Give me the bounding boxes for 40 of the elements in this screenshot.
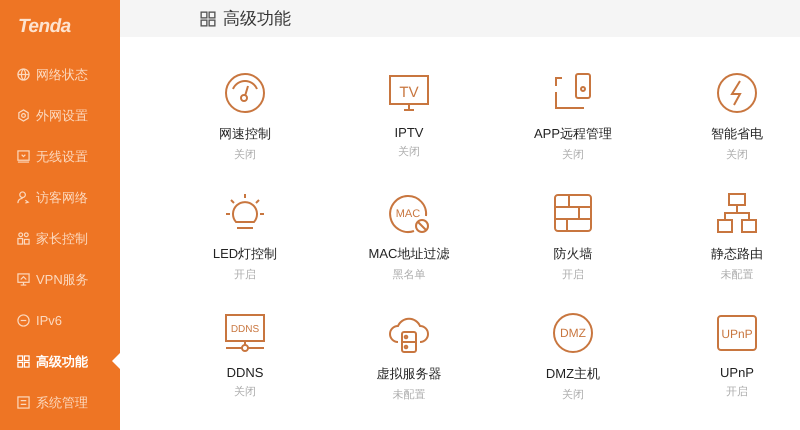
person-icon — [17, 191, 30, 204]
feature-link[interactable]: 网速控制 — [219, 125, 271, 143]
gear-icon — [17, 109, 30, 122]
feature-link[interactable]: UPnP — [720, 365, 754, 380]
grid-icon — [17, 355, 30, 368]
feature-status: 关闭 — [398, 144, 420, 159]
feature-link[interactable]: DMZ主机 — [546, 365, 600, 383]
feature-status: 关闭 — [726, 148, 748, 162]
screen-icon — [17, 150, 30, 163]
panel-icon — [17, 396, 30, 409]
feature-status: 关闭 — [234, 384, 256, 399]
feature-link[interactable]: 虚拟服务器 — [376, 365, 442, 383]
feature-link[interactable]: 智能省电 — [711, 125, 763, 143]
feature-link[interactable]: APP远程管理 — [534, 125, 612, 143]
feature-status: 未配置 — [720, 268, 754, 282]
gauge-icon — [222, 70, 268, 116]
monitor-icon — [17, 273, 30, 286]
page-title: 高级功能 — [223, 8, 291, 30]
people-icon — [17, 232, 30, 245]
feature-status: 开启 — [726, 384, 748, 399]
bolt-icon — [714, 70, 760, 116]
circle-icon — [17, 314, 30, 327]
logo: Tenda — [17, 15, 72, 39]
feature-status: 关闭 — [234, 148, 256, 162]
feature-link[interactable]: 防火墙 — [554, 245, 592, 263]
feature-link[interactable]: 静态路由 — [711, 245, 763, 263]
feature-link[interactable]: DDNS — [226, 365, 264, 380]
dmz-icon: DMZ — [550, 310, 596, 356]
feature-status: 关闭 — [562, 388, 584, 402]
globe-icon — [17, 68, 30, 81]
feature-status: 开启 — [562, 268, 584, 282]
grid-icon — [200, 10, 216, 26]
feature-status: 关闭 — [562, 148, 584, 162]
feature-link[interactable]: IPTV — [394, 125, 424, 140]
feature-status: 黑名单 — [392, 268, 426, 282]
feature-status: 开启 — [234, 268, 256, 282]
feature-link[interactable]: MAC地址过滤 — [368, 245, 450, 263]
feature-link[interactable]: LED灯控制 — [212, 245, 278, 263]
network-tree-icon — [714, 190, 760, 236]
feature-status: 未配置 — [392, 388, 426, 402]
